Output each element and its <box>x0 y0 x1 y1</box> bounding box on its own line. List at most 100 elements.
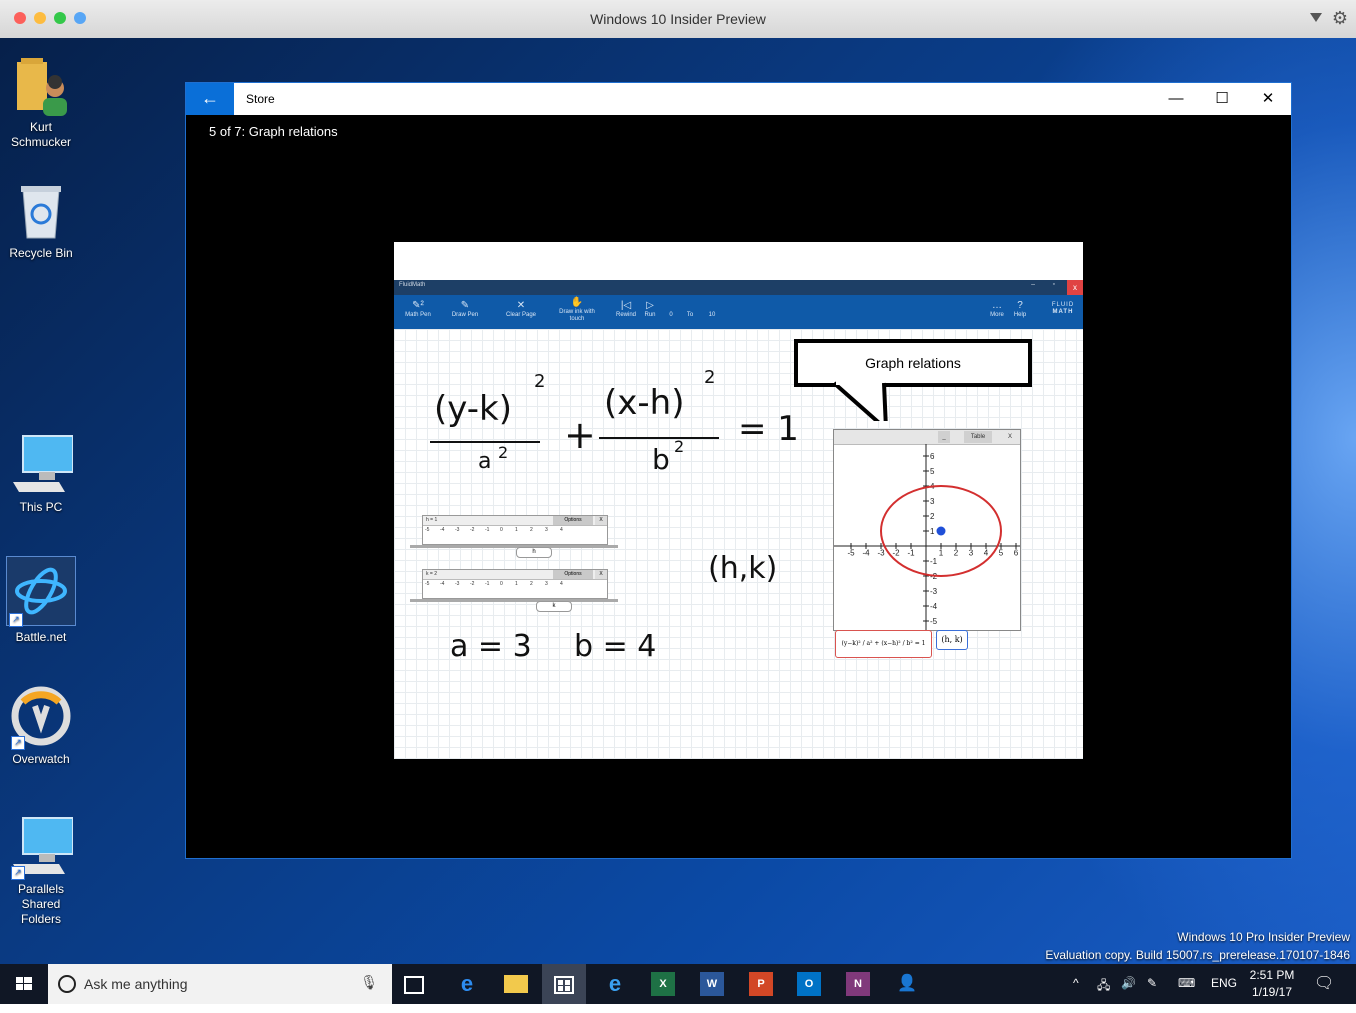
microphone-icon[interactable]: 🎙 <box>360 974 378 991</box>
app-screenshot[interactable]: FluidMath – ▫ x ✎² Math Pen ✎ Draw Pen ✕ Cl… <box>394 242 1083 759</box>
slider-close-button[interactable]: X <box>595 570 607 579</box>
math-pen-icon: ✎² <box>412 300 424 311</box>
language-indicator[interactable]: ENG <box>1211 976 1237 990</box>
pen-icon[interactable]: ✎ <box>1147 976 1157 990</box>
eq-exponent: 2 <box>704 367 716 388</box>
center-point <box>936 526 946 536</box>
graph-table-button[interactable]: Table <box>964 431 992 443</box>
x-tick-label: -4 <box>862 549 870 558</box>
feedback-hub-icon[interactable]: 👤 <box>895 972 919 996</box>
maximize-button[interactable]: ☐ <box>1199 83 1245 115</box>
y-tick-label: 2 <box>930 512 935 521</box>
clock-date: 1/19/17 <box>1251 985 1293 999</box>
x-tick-label: 1 <box>939 549 944 558</box>
fluidmath-close-icon: x <box>1067 280 1083 295</box>
y-tick-label: 6 <box>930 452 935 461</box>
desktop-icon-battlenet[interactable]: ↗ Battle.net <box>0 556 82 645</box>
desktop-icon-this-pc[interactable]: This PC <box>0 432 82 515</box>
minimize-button[interactable]: — <box>1153 83 1199 115</box>
tick: -5 <box>425 581 430 587</box>
tick: -4 <box>440 581 445 587</box>
edge-icon[interactable]: e <box>455 972 479 996</box>
toolbar-from: 0 <box>669 312 673 318</box>
slider-label: k = 2 <box>426 571 437 577</box>
overwatch-icon: ↗ <box>9 684 73 750</box>
fraction-bar <box>430 441 540 443</box>
slider-name-k[interactable]: k <box>536 601 572 612</box>
host-title: Windows 10 Insider Preview <box>590 11 766 27</box>
desktop-icon-label: Parallels Shared Folders <box>17 882 65 926</box>
network-icon[interactable]: 🖧 <box>1097 976 1110 997</box>
host-title-bar: Windows 10 Insider Preview ⚙ <box>0 0 1356 39</box>
logo-top: FLUID <box>1051 302 1075 308</box>
start-button[interactable] <box>0 964 48 1004</box>
parallels-folder-icon: ↗ <box>9 814 74 880</box>
fluidmath-title-bar: FluidMath – ▫ x <box>394 280 1083 295</box>
graph-close-button[interactable]: X <box>1004 431 1016 443</box>
back-button[interactable]: ← <box>186 83 234 115</box>
recycle-bin-icon <box>9 178 73 242</box>
store-icon[interactable] <box>542 964 586 1004</box>
task-view-icon[interactable] <box>404 976 424 994</box>
slider-close-button[interactable]: X <box>595 516 607 525</box>
volume-icon[interactable]: 🔊 <box>1121 976 1136 990</box>
desktop-icon-overwatch[interactable]: ↗ Overwatch <box>0 684 82 767</box>
toolbar-run: ▷ Run <box>638 300 662 319</box>
keyboard-icon[interactable]: ⌨ <box>1178 976 1195 990</box>
graph-equation-label[interactable]: (y−k)² / a² + (x−h)² / b² = 1 <box>835 630 932 658</box>
tick: -3 <box>455 527 460 533</box>
graph-minimize-button[interactable]: _ <box>938 431 950 443</box>
slider-name-h[interactable]: h <box>516 547 552 558</box>
desktop-icon-label: Kurt Schmucker <box>10 120 72 149</box>
slider-ticks: -5 -4 -3 -2 -1 0 1 2 3 4 <box>425 581 605 587</box>
excel-icon[interactable]: X <box>651 972 675 996</box>
user-folder-icon <box>9 52 73 116</box>
eq-left-numerator: (y-k) <box>434 389 513 429</box>
slider-header: h = 1 Options X <box>423 516 607 526</box>
chevron-up-icon[interactable]: ^ <box>1073 976 1079 990</box>
onenote-icon[interactable]: N <box>846 972 870 996</box>
toolbar-draw-pen: ✎ Draw Pen <box>448 300 482 319</box>
slider-options-button[interactable]: Options <box>553 570 593 579</box>
x-tick-label: 2 <box>954 549 959 558</box>
more-icon: … <box>992 300 1002 311</box>
shortcut-arrow-icon: ↗ <box>11 866 25 880</box>
file-explorer-icon[interactable] <box>504 975 528 993</box>
touch-ink-icon: ✋ <box>570 297 584 308</box>
toolbar-help: ? Help <box>1010 300 1030 319</box>
x-tick-label: -2 <box>892 549 900 558</box>
slider-options-button[interactable]: Options <box>553 516 593 525</box>
tick: -2 <box>470 527 475 533</box>
desktop-icon-recycle-bin[interactable]: Recycle Bin <box>0 178 82 261</box>
toolbar-label: Help <box>1013 312 1027 318</box>
search-placeholder: Ask me anything <box>84 976 188 992</box>
slider-track <box>410 599 618 602</box>
search-box[interactable]: Ask me anything 🎙 <box>48 964 392 1004</box>
close-button[interactable]: ✕ <box>1245 83 1291 115</box>
slider-h[interactable]: h = 1 Options X -5 -4 -3 -2 -1 0 1 2 3 4 <box>422 515 608 545</box>
toolbar-label: Run <box>644 312 656 318</box>
graph-window[interactable]: _ Table X -5 -4 -3 -2 -1 1 2 3 4 5 6 6 5 4 3 2 1 -1 -2 -3 -4… <box>833 429 1021 631</box>
fluidmath-canvas: (y-k) 2 a 2 + (x-h) 2 b 2 = 1 h = 1 Opti… <box>394 329 1083 759</box>
gear-icon[interactable]: ⚙ <box>1332 8 1348 29</box>
desktop-icon-parallels[interactable]: ↗ Parallels Shared Folders <box>0 814 82 927</box>
eq-plus: + <box>564 413 596 457</box>
windows-logo-icon <box>16 977 32 990</box>
desktop-icon-user[interactable]: Kurt Schmucker <box>0 52 82 150</box>
tick: 0 <box>500 527 503 533</box>
powerpoint-icon[interactable]: P <box>749 972 773 996</box>
tick: 1 <box>515 527 518 533</box>
word-icon[interactable]: W <box>700 972 724 996</box>
dropdown-icon[interactable] <box>1310 13 1322 22</box>
slider-track <box>410 545 618 548</box>
slider-k[interactable]: k = 2 Options X -5 -4 -3 -2 -1 0 1 2 3 4 <box>422 569 608 599</box>
internet-explorer-icon[interactable]: e <box>603 972 627 996</box>
action-center-icon[interactable]: 🗨 <box>1314 973 1334 993</box>
outlook-icon[interactable]: O <box>797 972 821 996</box>
tick: -1 <box>485 527 490 533</box>
toolbar-clear-page: ✕ Clear Page <box>504 300 538 319</box>
graph-point-label[interactable]: (h, k) <box>936 630 968 650</box>
toolbar-label: More <box>990 312 1004 318</box>
clock[interactable]: 2:51 PM 1/19/17 <box>1242 967 1302 1001</box>
draw-pen-icon: ✎ <box>460 300 470 311</box>
